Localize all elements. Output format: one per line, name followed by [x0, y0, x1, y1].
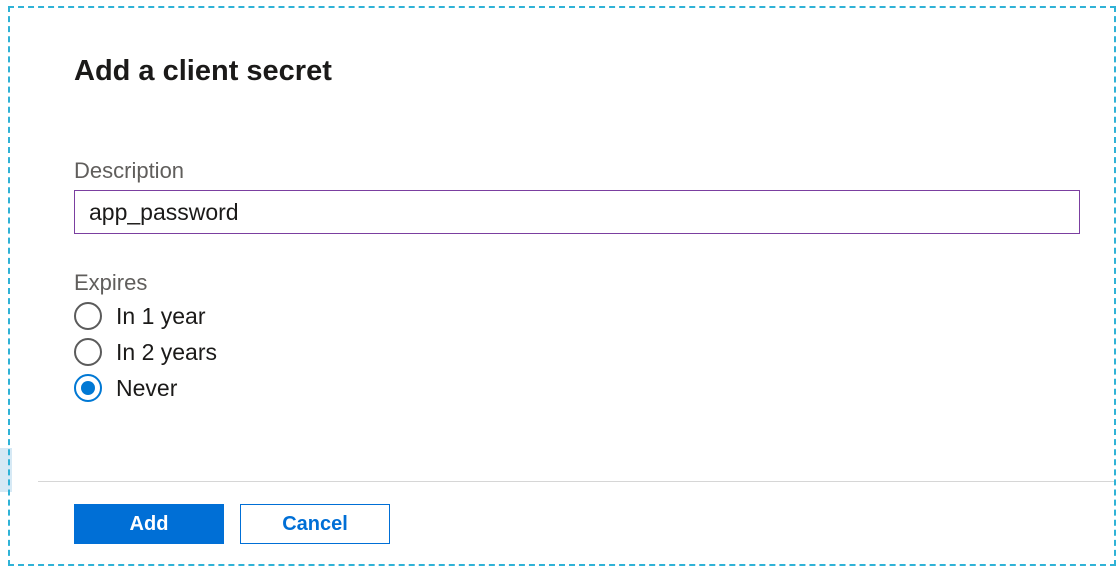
radio-option-1-year[interactable]: In 1 year [74, 302, 1080, 330]
panel-content: Add a client secret Description Expires … [38, 25, 1116, 481]
panel-title: Add a client secret [74, 55, 1080, 88]
radio-circle-icon [74, 374, 102, 402]
radio-label: Never [116, 375, 177, 402]
cancel-button[interactable]: Cancel [240, 504, 390, 544]
radio-label: In 2 years [116, 339, 217, 366]
radio-circle-icon [74, 302, 102, 330]
radio-option-2-years[interactable]: In 2 years [74, 338, 1080, 366]
description-label: Description [74, 158, 1080, 184]
panel-footer: Add Cancel [38, 481, 1116, 566]
expires-label: Expires [74, 270, 1080, 296]
add-button[interactable]: Add [74, 504, 224, 544]
description-input[interactable] [74, 190, 1080, 234]
left-accent-strip [0, 448, 12, 492]
add-client-secret-panel: Add a client secret Description Expires … [38, 25, 1116, 566]
expires-radio-group: In 1 year In 2 years Never [74, 302, 1080, 402]
radio-option-never[interactable]: Never [74, 374, 1080, 402]
radio-label: In 1 year [116, 303, 206, 330]
radio-circle-icon [74, 338, 102, 366]
